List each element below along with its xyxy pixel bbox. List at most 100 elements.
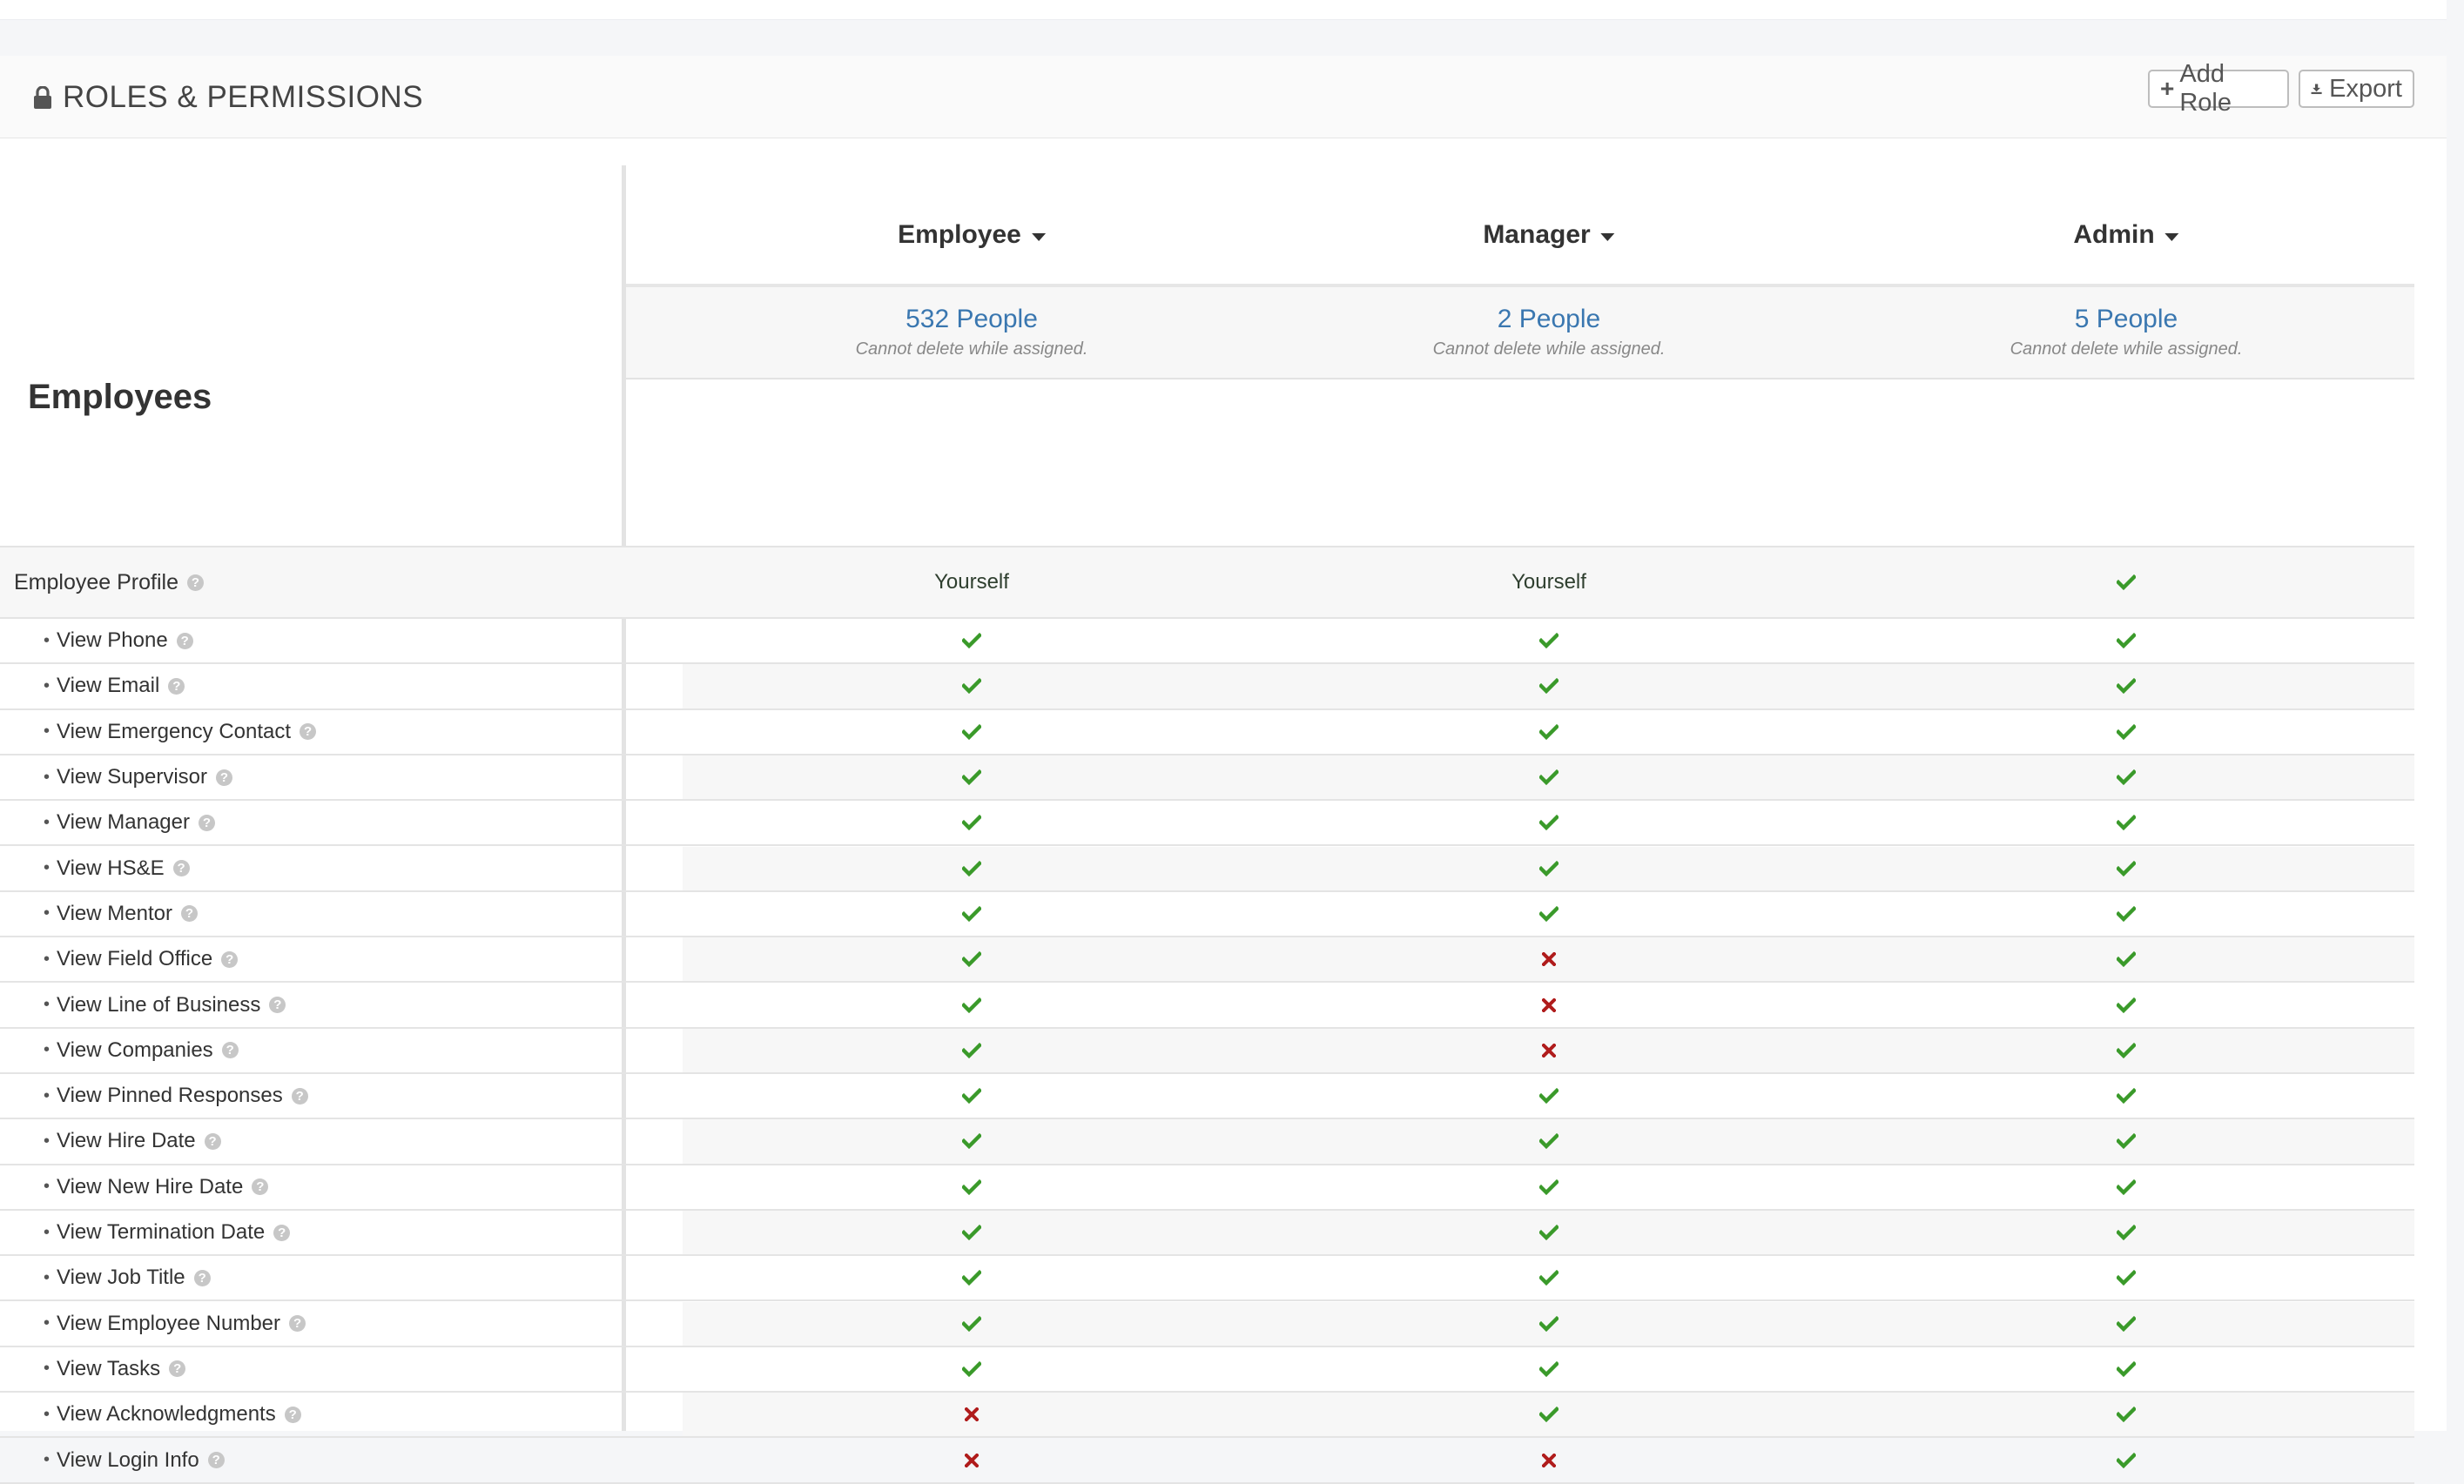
permission-label-text: View Pinned Responses — [57, 1084, 283, 1108]
check-icon — [946, 1029, 998, 1072]
help-icon[interactable]: ? — [273, 1224, 291, 1241]
help-icon[interactable]: ? — [207, 1452, 225, 1469]
table-row: • View Line of Business? — [0, 983, 2414, 1029]
table-row: • View Job Title? — [0, 1256, 2414, 1302]
check-icon — [946, 755, 998, 799]
help-icon[interactable]: ? — [300, 723, 317, 741]
permission-label: • View Phone? — [0, 619, 665, 662]
table-row: • View Pinned Responses? — [0, 1074, 2414, 1120]
table-row: • View Companies? — [0, 1028, 2414, 1074]
bullet-icon: • — [44, 812, 50, 832]
export-button[interactable]: Export — [2299, 70, 2414, 108]
role-dropdown-admin[interactable]: Admin — [2073, 220, 2179, 250]
check-icon — [946, 710, 998, 754]
table-row: • View Termination Date? — [0, 1210, 2414, 1257]
check-icon — [1523, 710, 1575, 754]
permission-label-text: View Email — [57, 674, 160, 698]
help-icon[interactable]: ? — [172, 860, 190, 877]
bullet-icon: • — [44, 995, 50, 1015]
bullet-icon: • — [44, 1085, 50, 1105]
table-row: • View Employee Number? — [0, 1301, 2414, 1347]
role-dropdown-manager[interactable]: Manager — [1483, 220, 1615, 250]
check-icon — [2100, 1256, 2152, 1299]
bullet-icon: • — [44, 722, 50, 742]
help-icon[interactable]: ? — [176, 632, 193, 649]
permission-label: • View Tasks? — [0, 1347, 665, 1391]
check-icon — [2100, 1302, 2152, 1346]
help-icon[interactable]: ? — [221, 1042, 239, 1059]
check-icon — [1523, 1119, 1575, 1163]
check-icon — [1523, 1256, 1575, 1299]
permission-scope-text: Yourself — [934, 570, 1009, 594]
check-icon — [1523, 801, 1575, 844]
check-icon — [1523, 619, 1575, 662]
add-role-button[interactable]: + Add Role — [2148, 60, 2289, 117]
cross-icon — [1523, 983, 1575, 1026]
check-icon — [1523, 1211, 1575, 1254]
permission-label: • View Hire Date? — [0, 1119, 665, 1163]
bullet-icon: • — [44, 630, 50, 650]
permission-label: • View Termination Date? — [0, 1211, 665, 1254]
help-icon[interactable]: ? — [204, 1132, 221, 1150]
caret-down-icon — [1031, 232, 1046, 241]
bullet-icon: • — [44, 858, 50, 878]
check-icon — [2100, 892, 2152, 936]
export-label: Export — [2329, 74, 2402, 103]
help-icon[interactable]: ? — [193, 1269, 211, 1286]
permission-label: • View Pinned Responses? — [0, 1074, 665, 1118]
permission-label: Employee Profile? — [0, 547, 636, 617]
permission-label-text: View Termination Date — [57, 1220, 266, 1245]
check-icon — [1523, 664, 1575, 708]
bullet-icon: • — [44, 1267, 50, 1287]
check-icon — [2100, 1438, 2152, 1481]
help-icon[interactable]: ? — [199, 814, 215, 831]
permission-label-text: View Manager — [57, 810, 190, 835]
help-icon[interactable]: ? — [186, 574, 204, 591]
people-link[interactable]: 5 People — [2010, 305, 2243, 334]
permission-label-text: View Mentor — [57, 901, 172, 925]
bullet-icon: • — [44, 1222, 50, 1242]
help-icon[interactable]: ? — [168, 677, 185, 695]
help-icon[interactable]: ? — [221, 950, 239, 968]
check-icon — [946, 1302, 998, 1346]
delete-note: Cannot delete while assigned. — [855, 339, 1088, 359]
role-dropdown-employee[interactable]: Employee — [898, 220, 1046, 250]
table-row: • View Login Info? — [0, 1438, 2414, 1484]
help-icon[interactable]: ? — [291, 1087, 308, 1105]
permission-label: • View Line of Business? — [0, 983, 665, 1026]
check-icon — [946, 664, 998, 708]
help-icon[interactable]: ? — [289, 1315, 306, 1333]
check-icon — [2100, 755, 2152, 799]
cross-icon — [946, 1438, 998, 1481]
help-icon[interactable]: ? — [284, 1406, 301, 1423]
caret-down-icon — [2164, 232, 2179, 241]
permission-label: • View Acknowledgments? — [0, 1393, 665, 1436]
bullet-icon: • — [44, 1131, 50, 1151]
role-counts-row: 532 People Cannot delete while assigned.… — [626, 287, 2414, 379]
check-icon — [1523, 755, 1575, 799]
table-row: • View Field Office? — [0, 937, 2414, 984]
plus-icon: + — [2160, 75, 2175, 102]
bullet-icon: • — [44, 949, 50, 969]
bullet-icon: • — [44, 675, 50, 695]
permission-label: • View Companies? — [0, 1029, 665, 1072]
help-icon[interactable]: ? — [180, 905, 198, 923]
people-link[interactable]: 2 People — [1433, 305, 1666, 334]
check-icon — [946, 1211, 998, 1254]
help-icon[interactable]: ? — [215, 769, 232, 786]
help-icon[interactable]: ? — [269, 997, 286, 1014]
panel-title: ROLES & PERMISSIONS — [33, 78, 423, 117]
bullet-icon: • — [44, 1040, 50, 1060]
permission-label-text: Employee Profile — [14, 569, 178, 594]
role-count-employee: 532 People Cannot delete while assigned. — [856, 287, 1088, 378]
check-icon — [2100, 1119, 2152, 1163]
permission-label: • View Email? — [0, 664, 665, 708]
table-row: • View HS&E? — [0, 846, 2414, 892]
table-row: • View Phone? — [0, 619, 2414, 665]
help-icon[interactable]: ? — [169, 1360, 186, 1378]
check-icon — [2100, 1165, 2152, 1209]
bullet-icon: • — [44, 1404, 50, 1424]
people-link[interactable]: 532 People — [856, 305, 1088, 334]
help-icon[interactable]: ? — [252, 1178, 269, 1196]
role-names-row: Employee Manager Admin — [626, 165, 2414, 287]
